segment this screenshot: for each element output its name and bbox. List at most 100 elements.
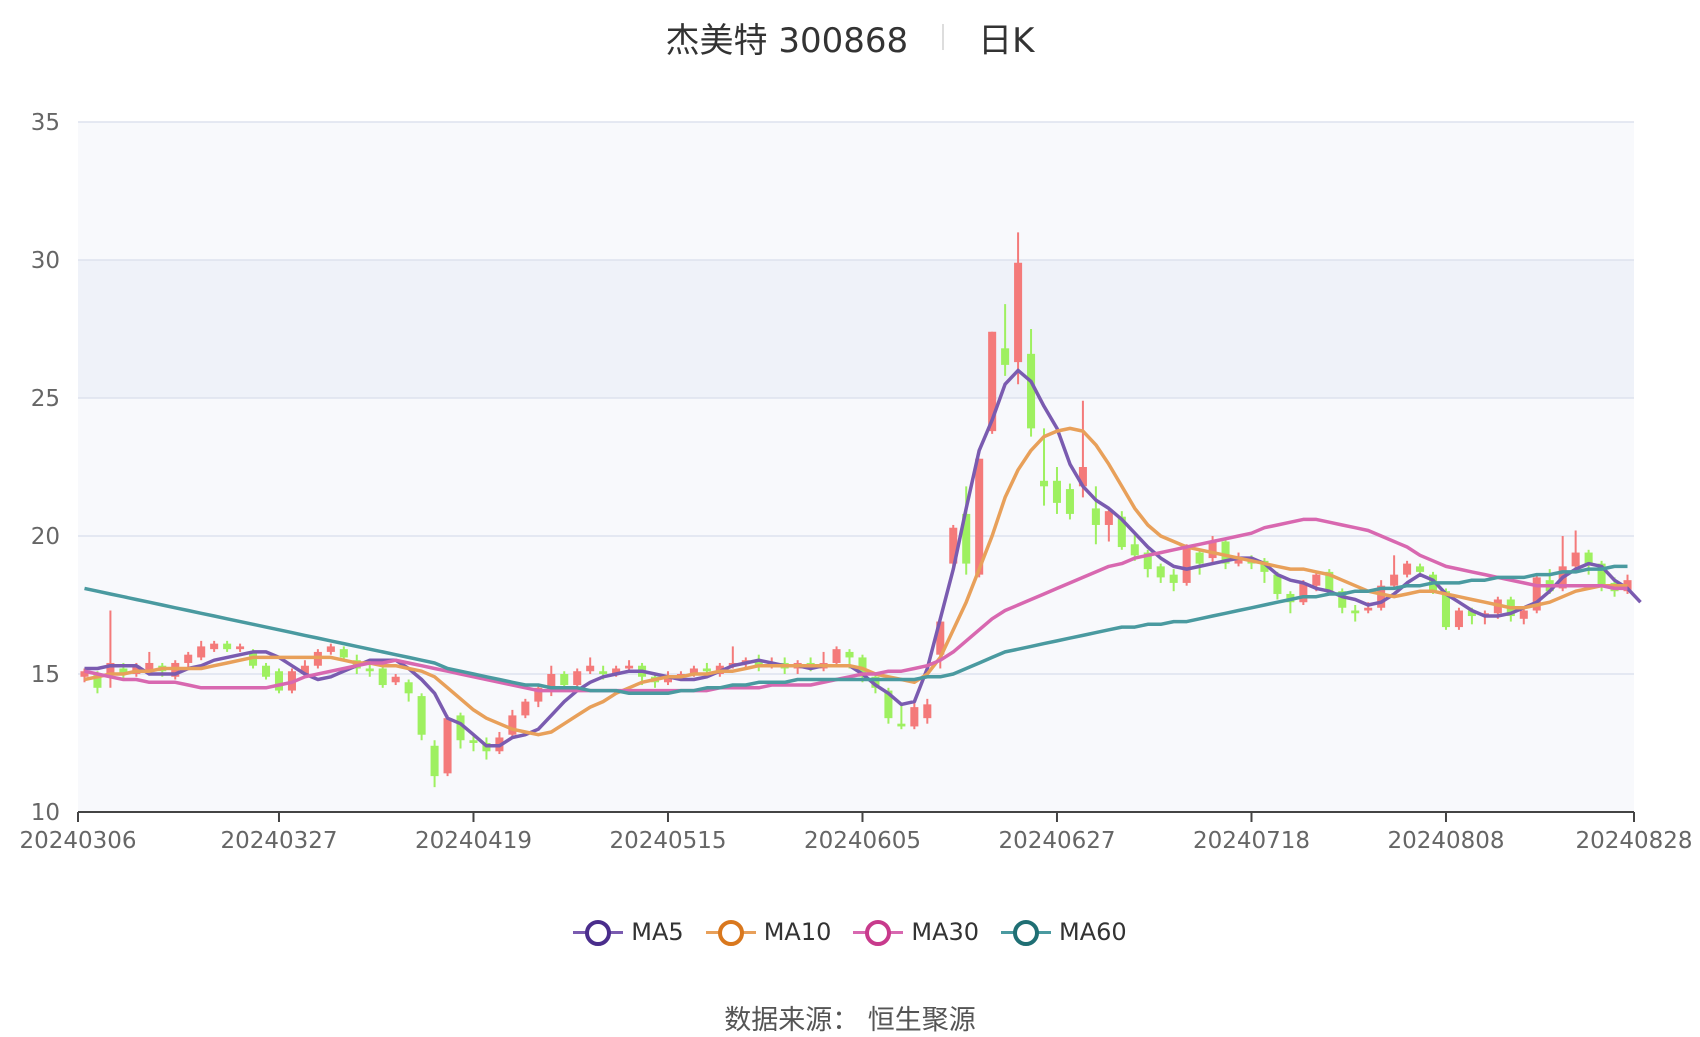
candle	[573, 668, 582, 688]
candle	[1532, 574, 1541, 614]
legend-symbol	[705, 919, 756, 946]
candle	[443, 715, 452, 777]
candle-body	[1065, 489, 1074, 514]
legend-item-ma5[interactable]: MA5	[573, 918, 684, 946]
legend-label: MA5	[631, 918, 684, 946]
candle-body	[469, 740, 478, 743]
kline-chart: 101520253035 20240306 20240327 20240419 202…	[19, 110, 1693, 854]
legend-marker	[585, 920, 612, 946]
legend: MA5 MA10 MA30 MA60	[0, 918, 1700, 946]
candle-body	[404, 682, 413, 694]
candle-body	[1208, 541, 1217, 559]
candle-body	[210, 643, 219, 650]
candle-body	[625, 665, 634, 669]
candle-body	[1403, 563, 1412, 575]
legend-symbol	[573, 919, 624, 946]
candle-body	[184, 654, 193, 663]
candle-body	[1001, 348, 1010, 365]
legend-marker	[865, 920, 892, 946]
candle-body	[521, 701, 530, 716]
legend-item-ma10[interactable]: MA10	[705, 918, 832, 946]
candle-body	[573, 671, 582, 686]
x-tick-label: 20240718	[1193, 828, 1310, 854]
x-tick-label: 20240808	[1387, 828, 1504, 854]
candle-body	[1390, 574, 1399, 586]
x-tick-label: 20240605	[804, 828, 921, 854]
candle-body	[1454, 610, 1463, 628]
candle-body	[1182, 547, 1191, 583]
candle-body	[1039, 480, 1049, 487]
candle-body	[274, 671, 284, 691]
candle-body	[1052, 480, 1062, 503]
legend-label: MA10	[763, 918, 832, 946]
candle-body	[910, 707, 919, 727]
candle-body	[261, 665, 271, 677]
candle-body	[1104, 511, 1113, 525]
y-tick-label: 35	[31, 110, 60, 136]
y-tick-label: 30	[31, 248, 60, 274]
x-tick-label: 20240327	[220, 828, 337, 854]
y-tick-label: 15	[31, 662, 60, 688]
y-axis: 10 15 20 25 30 35	[31, 110, 60, 826]
legend-label: MA60	[1059, 918, 1127, 946]
x-tick-label: 20240828	[1575, 828, 1692, 854]
candle-body	[339, 649, 348, 658]
x-axis: 20240306 20240327 20240419 20240515 20240605…	[19, 811, 1693, 854]
candle-body	[1519, 610, 1528, 619]
legend-label: MA30	[911, 918, 980, 946]
legend-item-ma30[interactable]: MA30	[853, 918, 979, 946]
candle-body	[236, 646, 245, 650]
x-tick-label: 20240306	[19, 828, 136, 854]
legend-symbol	[853, 919, 904, 946]
plot-band	[78, 260, 1634, 398]
candle-body	[599, 671, 608, 674]
y-tick-label: 10	[31, 800, 60, 826]
candle-body	[1312, 574, 1321, 586]
candle-body	[1364, 607, 1373, 611]
candle-body	[1571, 552, 1580, 567]
candle	[378, 665, 387, 688]
candle-body	[702, 668, 711, 672]
candle	[1454, 607, 1463, 630]
candle	[521, 698, 530, 719]
candle-body	[417, 696, 426, 735]
candle-body	[391, 676, 400, 683]
y-tick-label: 20	[31, 524, 60, 550]
candle-body	[1091, 508, 1100, 525]
candle-body	[326, 646, 335, 652]
candle-body	[923, 704, 932, 719]
y-tick-label: 25	[31, 386, 60, 412]
candle-body	[197, 646, 206, 658]
legend-item-ma60[interactable]: MA60	[1001, 918, 1127, 946]
candle-body	[378, 668, 387, 686]
candle-body	[365, 668, 374, 672]
candle-body	[508, 715, 517, 735]
candle-body	[1156, 566, 1165, 578]
candle-body	[897, 723, 906, 727]
candle-body	[1351, 610, 1360, 614]
candle-body	[443, 718, 452, 774]
candle-body	[1014, 262, 1023, 363]
x-tick-label: 20240419	[415, 828, 532, 854]
candle-body	[586, 665, 595, 672]
candle	[417, 693, 426, 741]
candle-body	[1416, 566, 1425, 572]
legend-marker	[1013, 920, 1040, 946]
legend-marker	[717, 920, 744, 946]
candle-body	[832, 649, 841, 663]
candle-body	[845, 651, 854, 658]
x-tick-label: 20240515	[609, 828, 726, 854]
candle	[832, 646, 841, 666]
data-source: 数据来源： 恒生聚源	[724, 1005, 976, 1036]
plot-area	[78, 122, 1634, 812]
candle-body	[560, 674, 569, 686]
candle-body	[1169, 574, 1178, 583]
candle-body	[223, 643, 232, 650]
legend-symbol	[1001, 919, 1052, 946]
x-tick-label: 20240627	[998, 828, 1115, 854]
candle-body	[430, 745, 439, 777]
candle-body	[1195, 552, 1204, 564]
candle	[274, 668, 284, 694]
candle	[1182, 544, 1191, 586]
chart-stage: 杰美特 300868 日K 10 15 20 25 30 35 20240306 20240…	[0, 0, 1700, 1037]
